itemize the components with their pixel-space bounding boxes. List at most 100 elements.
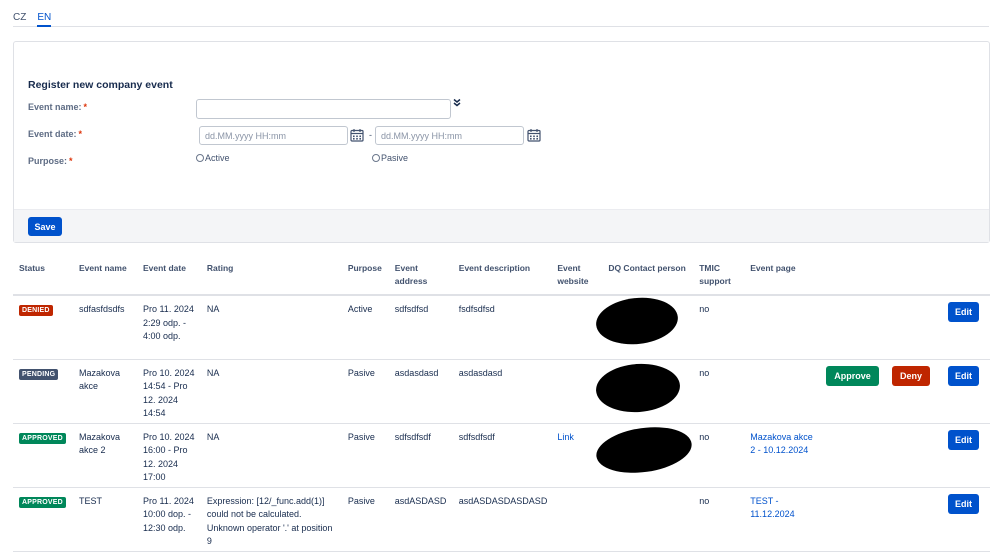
event-name-cell: TEST [72, 487, 137, 552]
table-header-row: Status Event name Event date Rating Purp… [13, 256, 990, 296]
address-cell: asdasdasd [388, 359, 453, 424]
radio-circle[interactable] [372, 154, 380, 162]
purpose-label: Purpose: * [28, 156, 73, 166]
actions-cell: Edit [817, 295, 990, 360]
event-page-link[interactable]: TEST - 11.12.2024 [750, 496, 794, 520]
event-name-label: Event name: * [28, 102, 88, 112]
purpose-cell: Pasive [341, 487, 389, 552]
column-header-tmic-support: TMIC support [693, 256, 745, 296]
event-date-end-input[interactable] [375, 126, 524, 145]
tab-en[interactable]: EN [37, 10, 52, 27]
column-header-status: Status [13, 256, 73, 296]
event-name-input[interactable] [196, 99, 451, 119]
address-cell: sdfsdfsdf [388, 423, 453, 488]
address-cell: sdfsdfsd [388, 295, 453, 360]
table-row: APPROVED Mazakova akce 2 Pro 10. 2024 16… [13, 421, 990, 488]
save-button[interactable]: Save [28, 217, 62, 236]
calendar-icon[interactable] [350, 128, 364, 142]
status-badge: PENDING [19, 368, 59, 380]
date-range-separator: - [369, 130, 372, 140]
status-cell: DENIED [13, 295, 73, 360]
required-mark: * [69, 156, 73, 166]
status-cell: APPROVED [13, 487, 73, 552]
event-date-start-input[interactable] [199, 126, 348, 145]
rating-cell: NA [200, 423, 342, 488]
event-date-cell: Pro 10. 2024 14:54 - Pro 12. 2024 14:54 [136, 359, 201, 424]
required-mark: * [83, 102, 88, 112]
tmic-cell: no [693, 295, 745, 360]
purpose-option-label: Active [205, 153, 230, 163]
double-chevron-down-icon[interactable] [452, 98, 462, 108]
purpose-cell: Active [341, 295, 389, 360]
approve-button[interactable]: Approve [826, 365, 879, 386]
table-row: DENIED sdfasfdsdfs Pro 11. 2024 2:29 odp… [13, 293, 990, 360]
contact-cell [602, 487, 694, 552]
redaction-mark [594, 360, 682, 415]
column-header-actions [817, 256, 990, 296]
purpose-cell: Pasive [341, 359, 389, 424]
register-event-form: Register new company event Event name: * … [13, 41, 990, 243]
column-header-purpose: Purpose [341, 256, 389, 296]
column-header-dq-contact: DQ Contact person [602, 256, 694, 296]
event-date-cell: Pro 11. 2024 2:29 odp. - 4:00 odp. [136, 295, 201, 360]
status-badge: APPROVED [19, 432, 66, 444]
tmic-cell: no [693, 423, 745, 488]
event-page-cell: Mazakova akce 2 - 10.12.2024 [744, 423, 818, 488]
contact-cell [594, 359, 694, 424]
column-header-event-name: Event name [72, 256, 137, 296]
column-header-event-description: Event description [452, 256, 552, 296]
redaction-mark [594, 293, 681, 349]
edit-button[interactable]: Edit [948, 493, 979, 514]
event-date-cell: Pro 11. 2024 10:00 dop. - 12:30 odp. [136, 487, 201, 552]
table-row: PENDING Mazakova akce Pro 10. 2024 14:54… [13, 359, 990, 424]
actions-cell: Approve Deny Edit [817, 359, 990, 424]
event-page-cell [744, 359, 818, 424]
status-badge: DENIED [19, 305, 53, 316]
status-badge: APPROVED [19, 496, 66, 508]
event-date-label: Event date: * [28, 129, 83, 139]
description-cell: asdasdasd [452, 359, 552, 424]
radio-circle[interactable] [196, 154, 204, 162]
address-cell: asdASDASD [388, 487, 453, 552]
website-cell [551, 487, 603, 552]
table-row: APPROVED TEST Pro 11. 2024 10:00 dop. - … [13, 487, 990, 552]
status-cell: APPROVED [13, 423, 73, 488]
rating-cell: NA [200, 359, 342, 424]
event-name-cell: sdfasfdsdfs [72, 295, 137, 360]
column-header-event-page: Event page [744, 256, 818, 296]
purpose-radio-active[interactable]: Active [196, 153, 230, 163]
form-footer: Save [14, 209, 989, 242]
actions-cell: Edit [817, 423, 990, 488]
rating-cell: NA [200, 295, 342, 360]
column-header-event-website: Event website [551, 256, 603, 296]
rating-cell: Expression: [12/_func.add(1)] could not … [200, 487, 342, 552]
edit-button[interactable]: Edit [948, 429, 979, 450]
tab-cz[interactable]: CZ [13, 10, 26, 27]
language-tabs: CZ EN [13, 10, 989, 27]
edit-button[interactable]: Edit [948, 365, 979, 386]
form-title: Register new company event [28, 79, 173, 91]
description-cell: fsdfsdfsd [452, 295, 552, 360]
tmic-cell: no [693, 487, 745, 552]
event-name-cell: Mazakova akce 2 [72, 423, 137, 488]
website-cell [551, 295, 603, 360]
status-cell: PENDING [13, 359, 73, 424]
event-date-cell: Pro 10. 2024 16:00 - Pro 12. 2024 17:00 [136, 423, 201, 488]
events-table: Status Event name Event date Rating Purp… [13, 256, 990, 552]
calendar-icon[interactable] [527, 128, 541, 142]
purpose-radio-pasive[interactable]: Pasive [372, 153, 408, 163]
purpose-cell: Pasive [341, 423, 389, 488]
website-cell [551, 359, 603, 424]
redaction-mark [593, 421, 695, 478]
deny-button[interactable]: Deny [892, 365, 930, 386]
website-cell: Link [551, 423, 603, 488]
event-page-link[interactable]: Mazakova akce 2 - 10.12.2024 [750, 432, 813, 456]
tmic-cell: no [693, 359, 745, 424]
edit-button[interactable]: Edit [948, 302, 979, 322]
description-cell: sdfsdfsdf [452, 423, 552, 488]
event-website-link[interactable]: Link [557, 432, 574, 442]
required-mark: * [78, 129, 83, 139]
column-header-event-address: Event address [388, 256, 453, 296]
actions-cell: Edit [817, 487, 990, 552]
event-page-cell: TEST - 11.12.2024 [744, 487, 818, 552]
